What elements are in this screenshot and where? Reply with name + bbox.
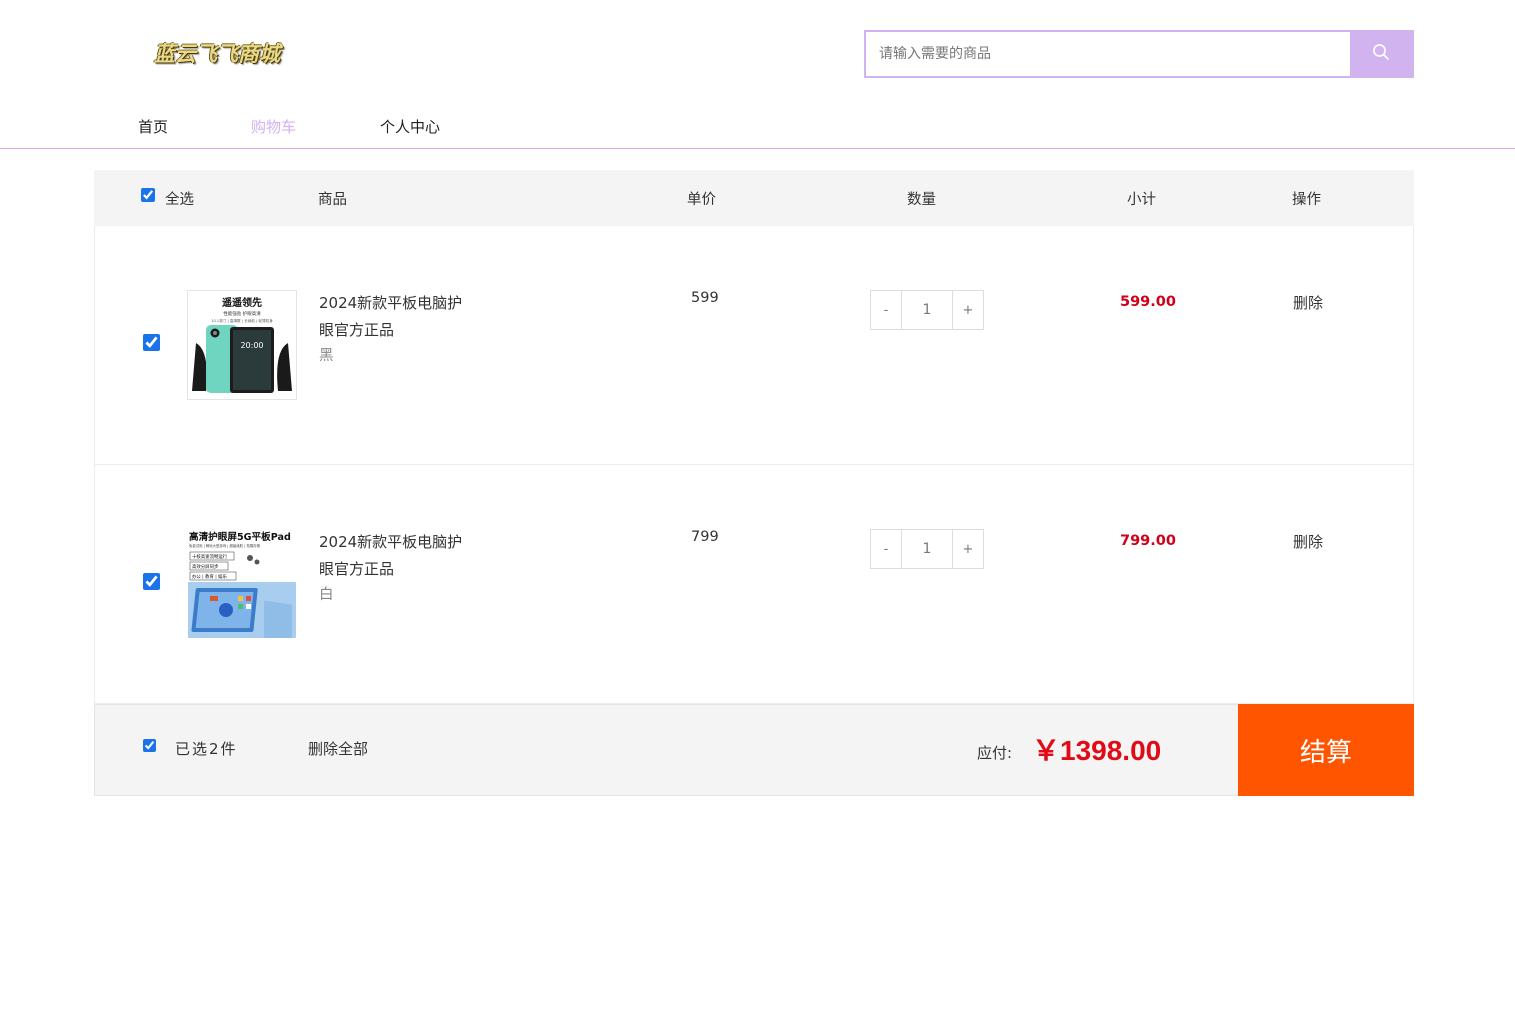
footer-select-all-checkbox[interactable]	[143, 739, 156, 752]
select-all-checkbox[interactable]	[141, 188, 155, 202]
image-subline: 免费试用 | 畅玩大型游戏 | 超级续航 | 拓展存储	[189, 543, 261, 548]
selected-count: 已选2件	[175, 740, 238, 758]
cart-table: 全选 商品 单价 数量 小计 操作 遥遥领先 性能强劲 护眼高清 10.1英寸 …	[94, 170, 1414, 796]
delete-button[interactable]: 删除	[1293, 531, 1323, 552]
site-header: 蓝云飞飞商城 首页 购物车 个人中心	[0, 0, 1515, 149]
total-amount: ￥1398.00	[1032, 735, 1162, 766]
delete-button[interactable]: 删除	[1293, 292, 1323, 313]
image-tag: 高效分屏同步	[192, 563, 219, 570]
column-select-all: 全选	[165, 192, 194, 208]
nav-home[interactable]: 首页	[138, 116, 168, 137]
item-checkbox[interactable]	[143, 573, 160, 590]
column-action: 操作	[1292, 192, 1321, 208]
product-image[interactable]: 高清护眼屏5G平板Pad 免费试用 | 畅玩大型游戏 | 超级续航 | 拓展存储…	[187, 529, 297, 639]
image-headline: 遥遥领先	[222, 296, 262, 309]
product-name[interactable]: 2024新款平板电脑护眼官方正品	[319, 290, 469, 344]
nav-profile[interactable]: 个人中心	[380, 116, 440, 137]
search-button[interactable]	[1350, 32, 1412, 76]
decrease-button[interactable]: -	[871, 291, 901, 329]
increase-button[interactable]: +	[953, 291, 983, 329]
site-logo[interactable]: 蓝云飞飞商城	[154, 38, 280, 68]
cart-header-row: 全选 商品 单价 数量 小计 操作	[94, 170, 1414, 226]
column-subtotal: 小计	[1127, 192, 1156, 208]
cart-item-row: 高清护眼屏5G平板Pad 免费试用 | 畅玩大型游戏 | 超级续航 | 拓展存储…	[94, 465, 1414, 704]
delete-all-button[interactable]: 删除全部	[308, 738, 368, 759]
product-name[interactable]: 2024新款平板电脑护眼官方正品	[319, 529, 469, 583]
quantity-input[interactable]: 1	[901, 530, 953, 568]
item-checkbox[interactable]	[143, 334, 160, 351]
checkout-button[interactable]: 结算	[1238, 704, 1414, 796]
unit-price: 799	[691, 529, 719, 545]
quantity-stepper: - 1 +	[870, 290, 984, 330]
image-specs: 10.1英寸 | 高清屏 | 长续航 | 轻薄机身	[211, 318, 273, 323]
search-bar	[864, 30, 1414, 78]
image-tag: 十核高速流畅运行	[192, 553, 228, 560]
pay-label: 应付:	[977, 744, 1013, 762]
quantity-stepper: - 1 +	[870, 529, 984, 569]
search-icon	[1372, 43, 1390, 65]
image-subline: 性能强劲 护眼高清	[223, 310, 261, 317]
nav-cart[interactable]: 购物车	[251, 116, 296, 137]
increase-button[interactable]: +	[953, 530, 983, 568]
column-unit-price: 单价	[687, 192, 716, 208]
image-headline: 高清护眼屏5G平板Pad	[189, 531, 291, 543]
product-image[interactable]: 遥遥领先 性能强劲 护眼高清 10.1英寸 | 高清屏 | 长续航 | 轻薄机身…	[187, 290, 297, 400]
cart-item-row: 遥遥领先 性能强劲 护眼高清 10.1英寸 | 高清屏 | 长续航 | 轻薄机身…	[94, 226, 1414, 465]
quantity-input[interactable]: 1	[901, 291, 953, 329]
unit-price: 599	[691, 290, 719, 306]
column-product: 商品	[318, 192, 347, 208]
cart-footer: 已选2件 删除全部 应付: ￥1398.00 结算	[94, 704, 1414, 796]
column-quantity: 数量	[907, 192, 936, 208]
product-spec: 白	[319, 587, 334, 603]
item-subtotal: 599.00	[1120, 294, 1176, 310]
search-input[interactable]	[866, 32, 1350, 76]
decrease-button[interactable]: -	[871, 530, 901, 568]
item-subtotal: 799.00	[1120, 533, 1176, 549]
image-screen-time: 20:00	[240, 341, 263, 350]
image-tag: 办公 | 教育 | 娱乐	[192, 573, 227, 580]
product-spec: 黑	[319, 348, 334, 364]
